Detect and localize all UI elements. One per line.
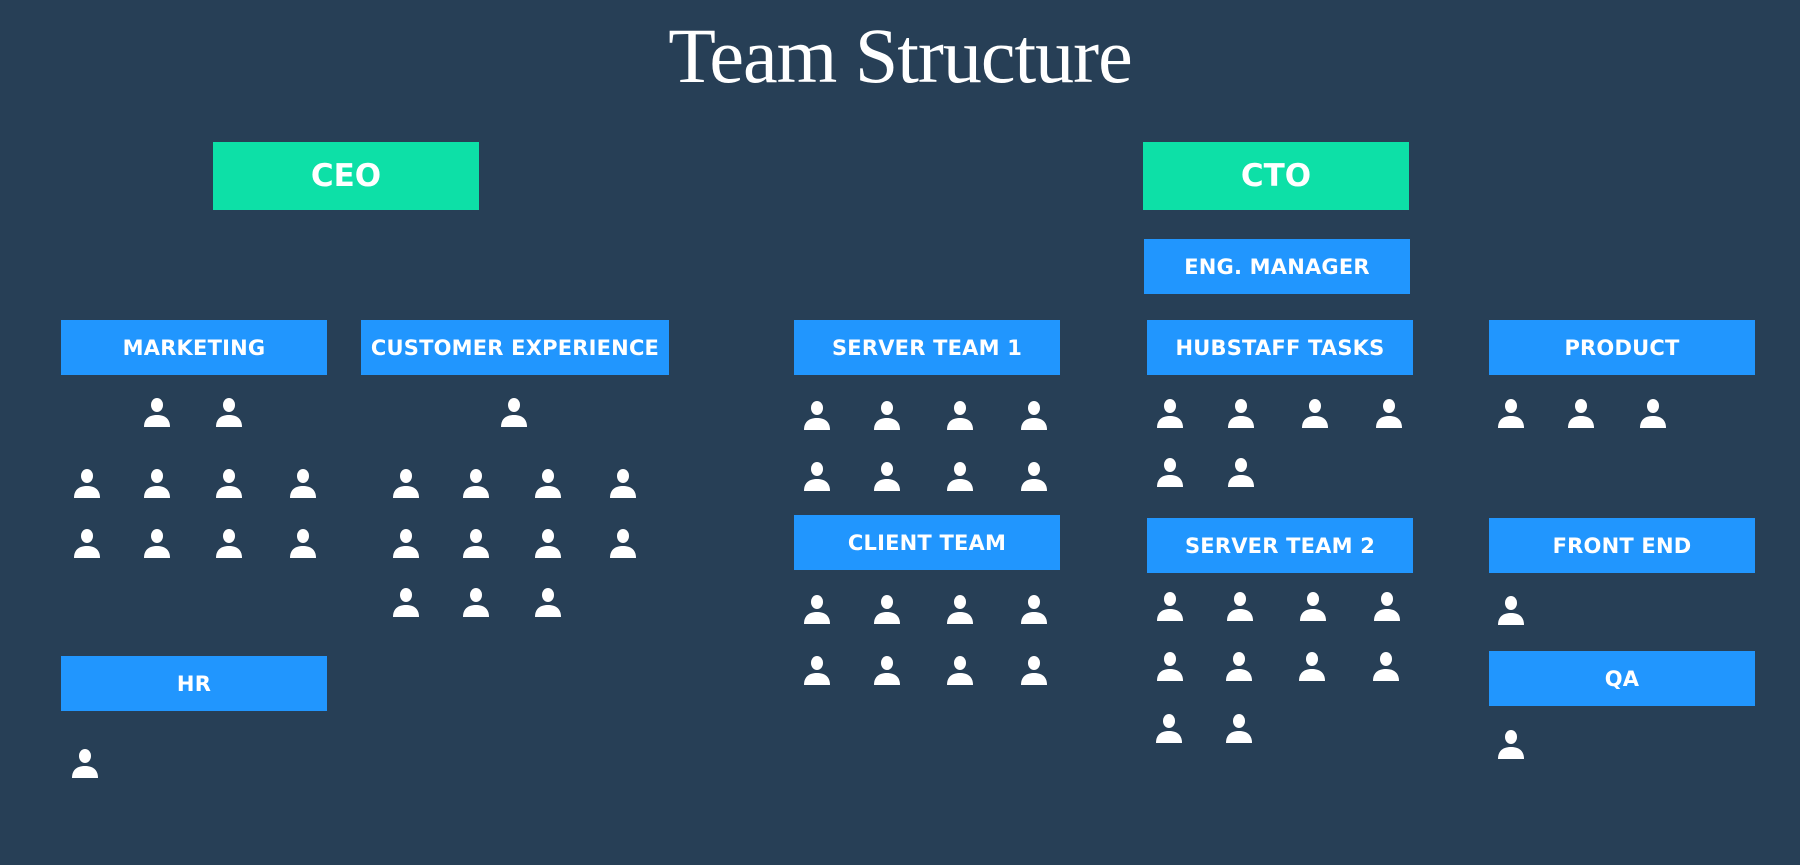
person-icon [498,396,530,428]
person-icon [1154,590,1186,622]
person-icon [213,396,245,428]
person-icon [71,467,103,499]
team-server-team-1: SERVER TEAM 1 [794,320,1060,375]
ceo-label: CEO [310,158,382,194]
person-icon [1018,460,1050,492]
team-label: ENG. MANAGER [1184,254,1370,279]
person-icon [1154,397,1186,429]
person-icon [1297,590,1329,622]
person-icon [460,467,492,499]
person-icon [141,467,173,499]
person-icon [141,527,173,559]
person-icon [460,586,492,618]
person-icon [1225,397,1257,429]
person-icon [607,527,639,559]
person-icon [1223,650,1255,682]
team-label: CLIENT TEAM [847,530,1007,555]
team-label: HR [176,671,212,696]
person-icon [801,399,833,431]
person-icon [1370,650,1402,682]
team-hubstaff-tasks: HUBSTAFF TASKS [1147,320,1413,375]
person-icon [871,654,903,686]
team-customer-experience: CUSTOMER EXPERIENCE [361,320,669,375]
person-icon [1018,593,1050,625]
person-icon [1225,456,1257,488]
person-icon [1299,397,1331,429]
team-server-team-2: SERVER TEAM 2 [1147,518,1413,573]
person-icon [287,467,319,499]
person-icon [287,527,319,559]
cto-box: CTO [1143,142,1409,210]
person-icon [871,593,903,625]
person-icon [213,467,245,499]
person-icon [801,460,833,492]
ceo-box: CEO [213,142,479,210]
person-icon [213,527,245,559]
person-icon [607,467,639,499]
person-icon [69,747,101,779]
team-marketing: MARKETING [61,320,327,375]
team-label: HUBSTAFF TASKS [1175,335,1385,360]
person-icon [390,467,422,499]
person-icon [390,586,422,618]
team-eng-manager: ENG. MANAGER [1144,239,1410,294]
person-icon [1154,650,1186,682]
person-icon [141,396,173,428]
person-icon [532,467,564,499]
person-icon [1018,654,1050,686]
team-label: PRODUCT [1564,335,1680,360]
person-icon [532,586,564,618]
person-icon [460,527,492,559]
cto-label: CTO [1240,158,1312,194]
person-icon [1153,712,1185,744]
team-label: QA [1604,666,1640,691]
person-icon [1296,650,1328,682]
person-icon [1637,397,1669,429]
person-icon [1224,590,1256,622]
person-icon [1495,594,1527,626]
person-icon [71,527,103,559]
person-icon [801,654,833,686]
person-icon [1495,728,1527,760]
person-icon [1495,397,1527,429]
person-icon [944,593,976,625]
team-hr: HR [61,656,327,711]
team-label: SERVER TEAM 2 [1184,533,1376,558]
team-qa: QA [1489,651,1755,706]
team-label: MARKETING [122,335,266,360]
person-icon [390,527,422,559]
person-icon [1565,397,1597,429]
person-icon [532,527,564,559]
person-icon [1223,712,1255,744]
person-icon [871,399,903,431]
person-icon [1373,397,1405,429]
team-client-team: CLIENT TEAM [794,515,1060,570]
team-label: SERVER TEAM 1 [831,335,1023,360]
team-product: PRODUCT [1489,320,1755,375]
person-icon [1371,590,1403,622]
person-icon [944,460,976,492]
person-icon [801,593,833,625]
team-label: CUSTOMER EXPERIENCE [370,335,660,360]
page-title: Team Structure [668,12,1133,99]
person-icon [871,460,903,492]
person-icon [944,399,976,431]
team-front-end: FRONT END [1489,518,1755,573]
person-icon [1154,456,1186,488]
person-icon [944,654,976,686]
team-label: FRONT END [1552,533,1692,558]
person-icon [1018,399,1050,431]
